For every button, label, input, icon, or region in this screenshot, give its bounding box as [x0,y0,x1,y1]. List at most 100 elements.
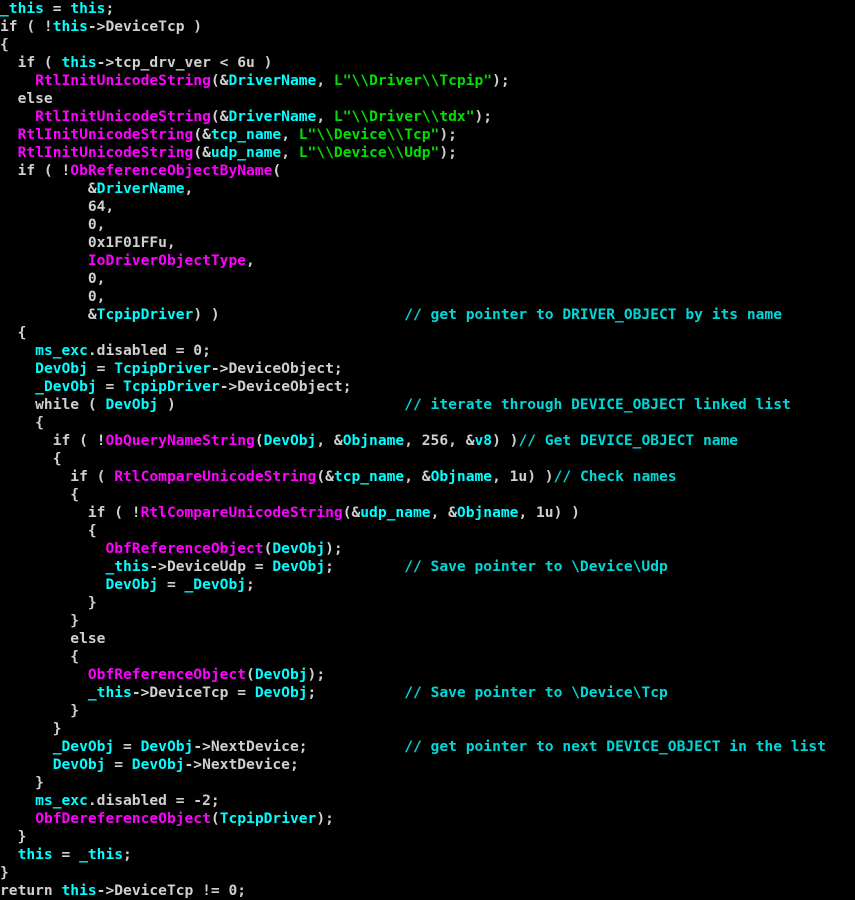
code-line[interactable]: else [0,90,855,108]
code-line[interactable]: while ( DevObj ) // iterate through DEVI… [0,396,855,414]
code-line[interactable]: 0x1F01FFu, [0,234,855,252]
code-line[interactable]: &DriverName, [0,180,855,198]
pseudocode-view[interactable]: _this = this; if ( !this->DeviceTcp ){ if… [0,0,855,900]
code-token: DevObj [254,684,308,701]
code-line[interactable]: } [0,594,855,612]
code-token: , 1u) ) [492,468,554,485]
code-line[interactable]: { [0,414,855,432]
code-line[interactable]: } [0,828,855,846]
code-token: if ( ! [0,504,141,521]
code-line[interactable]: 64, [0,198,855,216]
code-line[interactable]: } [0,864,855,882]
code-line[interactable]: } [0,702,855,720]
code-token: , [316,108,334,125]
code-line[interactable]: { [0,450,855,468]
code-line[interactable]: DevObj = TcpipDriver->DeviceObject; [0,360,855,378]
code-token: } [0,594,97,611]
code-line[interactable]: 0, [0,216,855,234]
code-line[interactable]: RtlInitUnicodeString(&DriverName, L"\\Dr… [0,108,855,126]
code-line[interactable]: } [0,774,855,792]
code-token: = [105,756,132,773]
code-token: 0, [0,288,106,305]
code-line[interactable]: this = _this; [0,846,855,864]
code-gap [220,306,405,323]
code-line[interactable]: &TcpipDriver) ) // get pointer to DRIVER… [0,306,855,324]
code-line[interactable]: RtlInitUnicodeString(&tcp_name, L"\\Devi… [0,126,855,144]
code-line[interactable]: _DevObj = TcpipDriver->DeviceObject; [0,378,855,396]
code-token: DevObj [254,666,308,683]
code-line[interactable]: ms_exc.disabled = -2; [0,792,855,810]
code-token: = [87,360,115,377]
code-line[interactable]: _this->DeviceUdp = DevObj; // Save point… [0,558,855,576]
code-line[interactable]: if ( this->tcp_drv_ver < 6u ) [0,54,855,72]
code-line[interactable]: { [0,486,855,504]
code-line[interactable]: } [0,612,855,630]
code-gap [316,684,404,701]
code-line[interactable]: { [0,36,855,54]
code-line[interactable]: if ( !ObQueryNameString(DevObj, &Objname… [0,432,855,450]
code-token: { [0,450,62,467]
code-token: ObReferenceObjectByName [70,162,273,179]
code-token: ObfReferenceObject [105,540,264,557]
code-line[interactable]: ObfReferenceObject(DevObj); [0,666,855,684]
code-line[interactable]: DevObj = _DevObj; [0,576,855,594]
code-token: _this [0,0,44,17]
code-line[interactable]: 0, [0,270,855,288]
code-line[interactable]: _DevObj = DevObj->NextDevice; // get poi… [0,738,855,756]
code-line[interactable]: RtlInitUnicodeString(&udp_name, L"\\Devi… [0,144,855,162]
code-line[interactable]: ObfReferenceObject(DevObj); [0,540,855,558]
code-token: ; [325,558,334,575]
code-token: ); [492,72,510,89]
code-token: 0x1F01FFu, [0,234,176,251]
code-token: _this [79,846,124,863]
code-token: ms_exc [35,342,88,359]
code-line[interactable]: 0, [0,288,855,306]
code-line[interactable]: if ( !this->DeviceTcp ) [0,18,855,36]
code-line[interactable]: return this->DeviceTcp != 0; [0,882,855,900]
code-token: DevObj [140,738,194,755]
code-token: ->DeviceTcp ) [87,18,203,35]
code-token: L"\\Device\\Udp" [298,144,440,161]
code-token: udp_name [210,144,282,161]
code-token: & [0,180,97,197]
code-line[interactable]: IoDriverObjectType, [0,252,855,270]
code-line[interactable]: else [0,630,855,648]
code-token: DevObj [263,432,317,449]
code-token: = [52,846,80,863]
code-token: , [281,126,299,143]
code-token: ); [316,810,334,827]
code-line[interactable]: if ( RtlCompareUnicodeString(&tcp_name, … [0,468,855,486]
code-line[interactable]: } [0,720,855,738]
code-line[interactable]: DevObj = DevObj->NextDevice; [0,756,855,774]
code-line[interactable]: if ( !ObReferenceObjectByName( [0,162,855,180]
code-token: _DevObj [184,576,247,593]
code-token: tcp_name [210,126,282,143]
code-line[interactable]: RtlInitUnicodeString(&DriverName, L"\\Dr… [0,72,855,90]
code-token: DriverName [96,180,185,197]
code-line[interactable]: { [0,324,855,342]
code-line[interactable]: ms_exc.disabled = 0; [0,342,855,360]
code-line[interactable]: { [0,648,855,666]
code-token: TcpipDriver [96,306,194,323]
code-token: ); [325,540,343,557]
code-token: ); [474,108,493,125]
code-line[interactable]: ObfDereferenceObject(TcpipDriver); [0,810,855,828]
code-line[interactable]: _this = this; [0,0,855,18]
code-token: ->DeviceTcp = [131,684,255,701]
code-line[interactable]: if ( !RtlCompareUnicodeString(&udp_name,… [0,504,855,522]
code-token: ->tcp_drv_ver < 6u ) [96,54,273,71]
code-token: DevObj [52,756,106,773]
code-line[interactable]: _this->DeviceTcp = DevObj; // Save point… [0,684,855,702]
code-line[interactable]: { [0,522,855,540]
code-token: (& [193,126,211,143]
code-token: Objname [456,504,519,521]
code-token: this [61,882,97,899]
code-token: (& [210,108,229,125]
